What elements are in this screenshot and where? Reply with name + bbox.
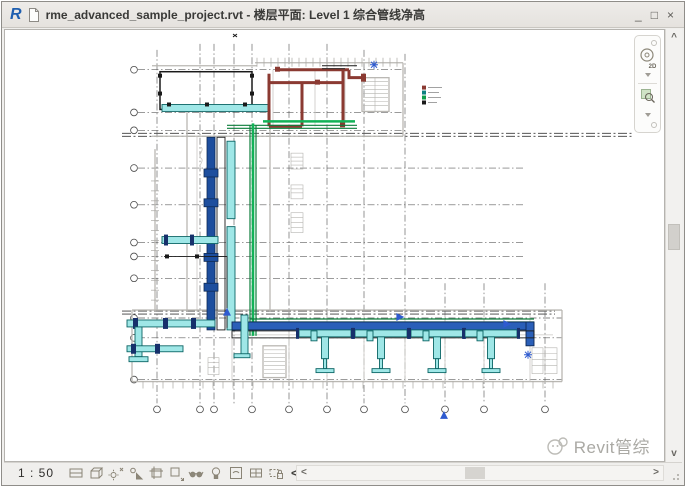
- navigation-bar[interactable]: 2D: [634, 35, 661, 133]
- crop-view-icon[interactable]: [147, 465, 164, 482]
- vertical-scroll-thumb[interactable]: [668, 224, 680, 250]
- minimize-button[interactable]: _: [635, 9, 642, 21]
- north-mark: [233, 34, 237, 37]
- title-bar[interactable]: R rme_advanced_sample_project.rvt - 楼层平面…: [2, 2, 684, 28]
- visual-style-icon[interactable]: [87, 465, 104, 482]
- revit-view-window: R rme_advanced_sample_project.rvt - 楼层平面…: [1, 1, 685, 486]
- wheel-2d-label: 2D: [649, 64, 657, 70]
- reveal-hidden-elements-icon[interactable]: [207, 465, 224, 482]
- navbar-divider: [638, 83, 657, 84]
- color-legend: [422, 86, 442, 105]
- ducts-maroon: [269, 66, 366, 128]
- show-crop-region-icon[interactable]: [167, 465, 184, 482]
- analytical-model-icon[interactable]: [247, 465, 264, 482]
- scroll-down-icon[interactable]: v: [666, 448, 682, 459]
- floor-plan: [5, 30, 664, 461]
- temporary-view-properties-icon[interactable]: [227, 465, 244, 482]
- close-button[interactable]: ×: [667, 9, 674, 21]
- document-icon: [27, 7, 41, 23]
- maximize-button[interactable]: □: [651, 9, 658, 21]
- temporary-hide-isolate-icon[interactable]: [187, 465, 204, 482]
- zoom-region-icon[interactable]: [639, 87, 657, 110]
- pipes-green: [227, 121, 534, 336]
- scroll-up-icon[interactable]: ^: [666, 32, 682, 43]
- room-topleft: [158, 72, 268, 112]
- ducts-bottom-wing: [127, 315, 534, 373]
- wheel-dropdown-icon[interactable]: [645, 73, 651, 77]
- reveal-constraints-icon[interactable]: [267, 465, 284, 482]
- bottom-bar: 1 : 50: [4, 462, 682, 483]
- horizontal-scroll-thumb[interactable]: [465, 467, 485, 479]
- detail-level-icon[interactable]: [67, 465, 84, 482]
- zoom-dropdown-icon[interactable]: [645, 113, 651, 117]
- view-scale[interactable]: 1 : 50: [18, 466, 54, 480]
- drawing-area[interactable]: 2D Revit管综: [4, 29, 665, 462]
- view-control-bar: 1 : 50: [18, 463, 298, 483]
- vertical-scrollbar[interactable]: ^ v: [665, 29, 682, 462]
- scroll-left-icon[interactable]: <: [301, 467, 307, 478]
- window-title: rme_advanced_sample_project.rvt - 楼层平面: …: [46, 6, 425, 23]
- shadows-icon[interactable]: [127, 465, 144, 482]
- navbar-knob-top[interactable]: [651, 40, 657, 46]
- horizontal-scrollbar[interactable]: < >: [296, 465, 664, 481]
- sun-path-icon[interactable]: [107, 465, 124, 482]
- revit-logo-icon: R: [10, 7, 22, 23]
- scroll-right-icon[interactable]: >: [653, 467, 659, 478]
- ducts-stem: [162, 137, 235, 330]
- resize-grip[interactable]: [671, 472, 679, 480]
- navbar-knob-bottom[interactable]: [651, 122, 657, 128]
